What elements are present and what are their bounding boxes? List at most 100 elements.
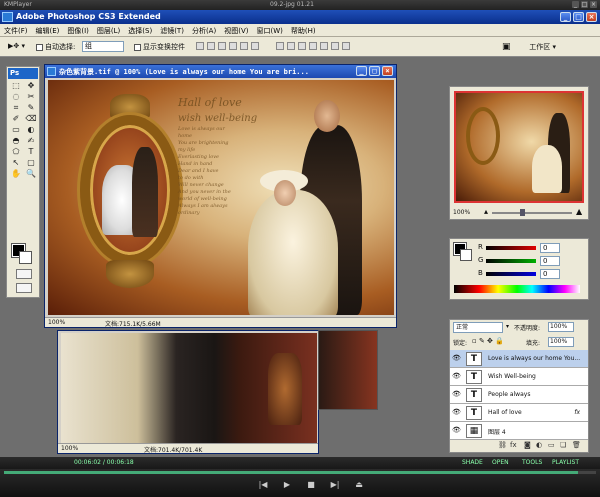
menu-item[interactable]: 编辑(E): [32, 24, 64, 36]
tool-icon[interactable]: ▭: [9, 125, 23, 135]
tool-icon[interactable]: ▢: [24, 158, 38, 168]
player-status-link[interactable]: SHADE: [462, 459, 483, 466]
quick-mask-button[interactable]: [16, 269, 32, 279]
menu-item[interactable]: 帮助(H): [287, 24, 320, 36]
eye-icon[interactable]: 👁: [452, 373, 461, 380]
distribute-left-icon[interactable]: [309, 42, 317, 50]
player-control-button[interactable]: ▶: [280, 479, 294, 491]
auto-select-dropdown[interactable]: 组: [82, 41, 124, 52]
lock-icons[interactable]: ▫ ✎ ✥ 🔒: [472, 337, 504, 345]
document-window-back[interactable]: 100% 文档:701.4K/701.4K: [57, 330, 319, 454]
player-status-link[interactable]: TOOLS: [522, 459, 542, 466]
tool-icon[interactable]: 🔍: [24, 169, 38, 179]
player-seek-bar[interactable]: [4, 471, 596, 474]
new-group-icon[interactable]: ▭: [548, 441, 555, 449]
distribute-top-icon[interactable]: [276, 42, 284, 50]
layer-row[interactable]: 👁 T People always: [450, 386, 588, 404]
distribute-right-icon[interactable]: [331, 42, 339, 50]
background-color-swatch[interactable]: [19, 251, 32, 264]
player-control-button[interactable]: ▶|: [328, 479, 342, 491]
player-status-link[interactable]: PLAYLIST: [552, 459, 579, 466]
screen-mode-button[interactable]: [16, 283, 32, 293]
menu-item[interactable]: 图层(L): [93, 24, 124, 36]
show-transform-checkbox[interactable]: 显示变换控件: [134, 42, 185, 52]
tool-icon[interactable]: ⌗: [9, 103, 23, 113]
eye-icon[interactable]: 👁: [452, 409, 461, 416]
color-channel-value[interactable]: 0: [540, 269, 560, 279]
menu-item[interactable]: 图像(I): [63, 24, 93, 36]
align-right-icon[interactable]: [251, 42, 259, 50]
delete-layer-icon[interactable]: 🗑: [572, 441, 581, 449]
navigator-zoom-knob[interactable]: [520, 209, 525, 216]
auto-align-icon[interactable]: [342, 42, 350, 50]
color-channel-slider[interactable]: [486, 259, 536, 263]
main-document-title-bar[interactable]: 杂色紫背景.tif @ 100% (Love is always our hom…: [45, 65, 396, 78]
ps-minimize-button[interactable]: _: [560, 12, 571, 22]
align-vcenter-icon[interactable]: [207, 42, 215, 50]
new-layer-icon[interactable]: ❏: [560, 441, 566, 449]
menu-item[interactable]: 视图(V): [220, 24, 252, 36]
tool-icon[interactable]: ⬚: [9, 81, 23, 91]
workspace-button[interactable]: 工作区 ▾: [525, 41, 560, 53]
layer-style-icon[interactable]: fx: [510, 441, 517, 449]
distribute-bottom-icon[interactable]: [298, 42, 306, 50]
back-document-zoom[interactable]: 100%: [61, 445, 78, 452]
tool-icon[interactable]: ✂: [24, 92, 38, 102]
color-channel-slider[interactable]: [486, 272, 536, 276]
layer-row[interactable]: 👁 ▦ 图层 4: [450, 422, 588, 440]
zoom-in-icon[interactable]: ▲: [576, 207, 582, 216]
player-control-button[interactable]: ■: [304, 479, 318, 491]
tool-icon[interactable]: ✥: [24, 81, 38, 91]
doc-maximize-button[interactable]: □: [369, 66, 380, 76]
align-bottom-icon[interactable]: [218, 42, 226, 50]
link-layers-icon[interactable]: ⛓: [498, 441, 507, 449]
align-hcenter-icon[interactable]: [240, 42, 248, 50]
color-channel-value[interactable]: 0: [540, 256, 560, 266]
menu-item[interactable]: 文件(F): [0, 24, 32, 36]
layer-mask-icon[interactable]: ◙: [524, 441, 531, 449]
player-status-link[interactable]: OPEN: [492, 459, 509, 466]
menu-item[interactable]: 分析(A): [188, 24, 220, 36]
eye-icon[interactable]: 👁: [452, 355, 461, 362]
ps-close-button[interactable]: ×: [586, 12, 597, 22]
eye-icon[interactable]: 👁: [452, 391, 461, 398]
layer-fx-icon[interactable]: fx: [574, 409, 580, 416]
document-window-back-right[interactable]: [318, 330, 378, 410]
fill-field[interactable]: 100%: [548, 337, 574, 347]
color-spectrum-bar[interactable]: [454, 285, 580, 293]
align-top-icon[interactable]: [196, 42, 204, 50]
navigator-thumbnail[interactable]: [454, 91, 584, 203]
bridge-icon[interactable]: ▣: [502, 42, 511, 52]
layer-row[interactable]: 👁 T Wish Well-being: [450, 368, 588, 386]
auto-select-checkbox[interactable]: 自动选择:: [36, 42, 75, 52]
tool-icon[interactable]: ◌: [9, 92, 23, 102]
tool-icon[interactable]: ✍: [24, 136, 38, 146]
distribute-hcenter-icon[interactable]: [320, 42, 328, 50]
opacity-field[interactable]: 100%: [548, 322, 574, 332]
menu-item[interactable]: 选择(S): [124, 24, 156, 36]
player-minimize-button[interactable]: _: [572, 1, 579, 8]
zoom-out-icon[interactable]: ▴: [484, 207, 488, 216]
menu-item[interactable]: 窗口(W): [252, 24, 286, 36]
ps-maximize-button[interactable]: □: [573, 12, 584, 22]
tool-icon[interactable]: ⌫: [24, 114, 38, 124]
distribute-vcenter-icon[interactable]: [287, 42, 295, 50]
tool-icon[interactable]: ✐: [9, 114, 23, 124]
menu-item[interactable]: 滤镜(T): [156, 24, 188, 36]
tool-icon[interactable]: ⬠: [9, 147, 23, 157]
doc-minimize-button[interactable]: _: [356, 66, 367, 76]
tool-icon[interactable]: ◓: [9, 136, 23, 146]
blend-mode-chevron-icon[interactable]: ▾: [506, 323, 509, 330]
blend-mode-dropdown[interactable]: 正常: [453, 322, 503, 333]
tool-icon[interactable]: ✋: [9, 169, 23, 179]
player-control-button[interactable]: ⏏: [352, 479, 366, 491]
player-close-button[interactable]: ×: [590, 1, 597, 8]
main-canvas[interactable]: Hall of love wish well-being Love is alw…: [48, 80, 394, 315]
color-background-swatch[interactable]: [460, 249, 472, 261]
document-window-main[interactable]: 杂色紫背景.tif @ 100% (Love is always our hom…: [44, 64, 397, 328]
adjustment-layer-icon[interactable]: ◐: [536, 441, 542, 449]
player-control-button[interactable]: |◀: [256, 479, 270, 491]
layer-row[interactable]: 👁 T Hall of love fx: [450, 404, 588, 422]
back-right-canvas[interactable]: [319, 331, 377, 409]
tool-icon[interactable]: ✎: [24, 103, 38, 113]
